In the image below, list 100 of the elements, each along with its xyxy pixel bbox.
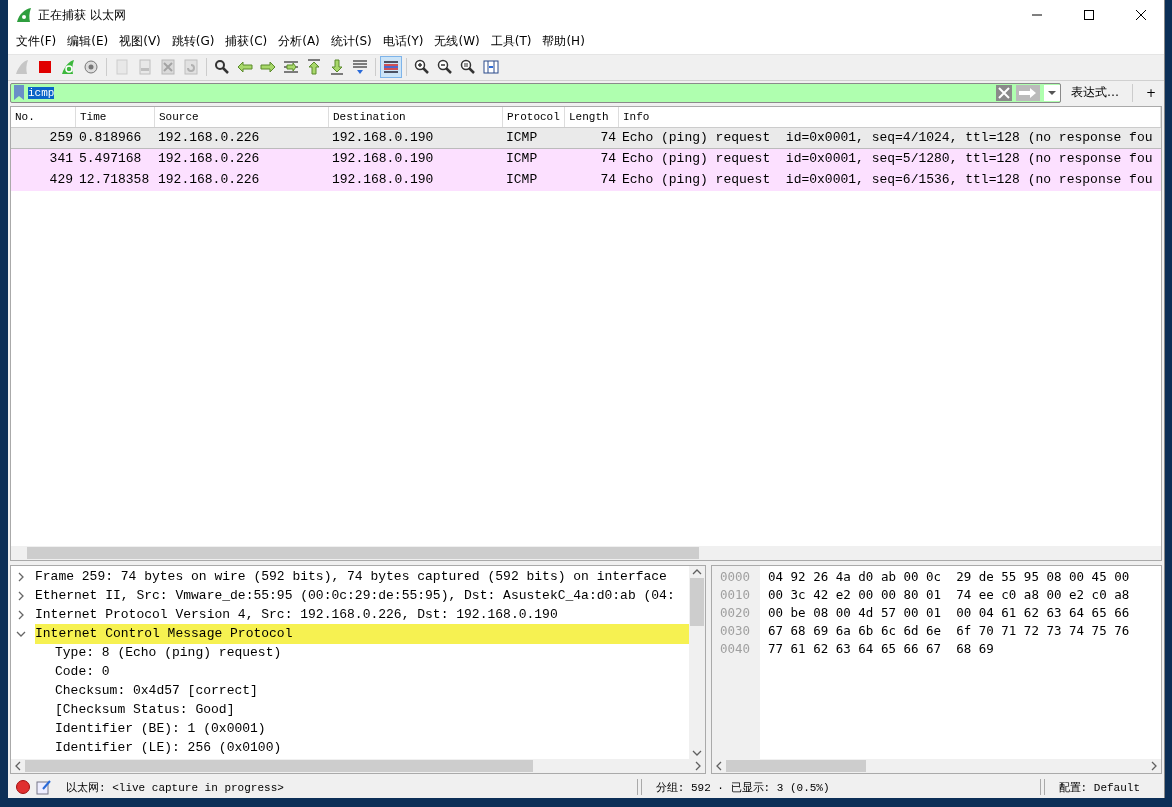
menu-item[interactable]: 视图(V): [114, 33, 166, 51]
tree-item-text: Identifier (LE): 256 (0x0100): [55, 739, 282, 758]
tree-item-text: Code: 0: [55, 663, 110, 682]
display-filter-field[interactable]: icmp: [10, 82, 1061, 103]
table-cell-text: 0.818966: [78, 129, 143, 148]
search-icon: [214, 59, 230, 76]
scroll-thumb[interactable]: [25, 760, 533, 773]
expression-button[interactable]: 表达式…: [1064, 84, 1125, 101]
table-cell-text: 74: [599, 150, 617, 169]
packet-row[interactable]: 259 0.818966 192.168.0.226 192.168.0.190 ICMP 74 Echo (ping) request id=0x0001, seq=4/1024, ttl=128 (no response fou: [11, 128, 1161, 150]
table-cell-text: Echo (ping) request id=0x0001, seq=5/1280, ttl=128 (no response fou: [621, 150, 1154, 169]
table-cell-text: 74: [599, 129, 617, 148]
column-header[interactable]: Time: [76, 107, 155, 128]
bookmark-icon: [14, 85, 24, 100]
menu-item[interactable]: 无线(W): [429, 33, 485, 51]
tree-row[interactable]: Internet Protocol Version 4, Src: 192.168.0.226, Dst: 192.168.0.190: [11, 605, 689, 625]
tree-item-text: Type: 8 (Echo (ping) request): [55, 644, 282, 663]
horizontal-scrollbar[interactable]: [712, 759, 1161, 774]
table-cell-text: 341: [48, 150, 74, 169]
clear-icon[interactable]: [995, 84, 1012, 101]
add-filter-button[interactable]: +: [1139, 85, 1162, 100]
column-header[interactable]: Destination: [329, 107, 503, 128]
notepad-icon[interactable]: [36, 779, 52, 796]
offset-text: 0040: [719, 639, 752, 658]
table-cell-text: Echo (ping) request id=0x0001, seq=6/1536, ttl=128 (no response fou: [621, 171, 1154, 190]
jump-to-line-icon: [283, 59, 299, 76]
menu-item[interactable]: 跳转(G): [166, 33, 220, 51]
tree-item-text: Checksum: 0x4d57 [correct]: [55, 682, 258, 701]
offset-text: 0030: [719, 621, 752, 640]
profile-text: 配置: Default: [1058, 780, 1140, 795]
packet-row[interactable]: 429 12.718358 192.168.0.226 192.168.0.190 ICMP 74 Echo (ping) request id=0x0001, seq=6/1536, ttl=128 (no response fou: [11, 170, 1161, 192]
dropdown-icon[interactable]: [1043, 84, 1060, 101]
offset-text: 0020: [719, 603, 752, 622]
hex-bytes: 00 3c 42 e2 00 00 80 01 74 ee c0 a8 00 e2 c0 a8: [768, 585, 1130, 604]
menu-item[interactable]: 帮助(H): [537, 33, 590, 51]
column-header[interactable]: No.: [11, 107, 76, 128]
offset-text: 0000: [719, 567, 752, 586]
hex-bytes: 00 be 08 00 4d 57 00 01 00 04 61 62 63 64 65 66: [768, 603, 1130, 622]
table-cell-text: 429: [48, 171, 74, 190]
down-arrow-icon: [329, 59, 345, 76]
column-header[interactable]: Length: [565, 107, 619, 128]
table-cell-text: 259: [48, 129, 74, 148]
vertical-scrollbar[interactable]: [689, 565, 705, 760]
shark-fin-icon: [16, 7, 32, 23]
up-arrow-icon: [306, 59, 322, 76]
scroll-thumb[interactable]: [726, 760, 866, 773]
capture-status-text: 以太网: <live capture in progress>: [66, 780, 284, 795]
menu-item[interactable]: 电话(Y): [377, 33, 429, 51]
menu-item[interactable]: 捕获(C): [220, 33, 273, 51]
table-cell-text: 192.168.0.226: [157, 150, 261, 169]
close-file-icon: [160, 59, 176, 76]
menu-item[interactable]: 编辑(E): [62, 33, 114, 51]
zoom-out-icon: [437, 59, 453, 76]
window-title: 正在捕获 以太网: [38, 6, 127, 24]
tree-item-text: Identifier (BE): 1 (0x0001): [55, 720, 266, 739]
table-cell-text: 12.718358: [78, 171, 151, 190]
scroll-thumb[interactable]: [690, 577, 704, 626]
column-header[interactable]: Source: [155, 107, 329, 128]
maximize-icon: [1083, 9, 1095, 21]
scroll-thumb[interactable]: [27, 546, 699, 559]
menu-item[interactable]: 分析(A): [273, 33, 325, 51]
shark-fin-icon: [60, 59, 76, 76]
table-cell-text: ICMP: [505, 171, 539, 190]
stop-icon: [37, 59, 53, 76]
table-cell-text: ICMP: [505, 129, 539, 148]
reload-icon: [183, 59, 199, 76]
packet-count-text: 分组: 592 · 已显示: 3 (0.5%): [655, 780, 830, 795]
document-icon: [114, 59, 130, 76]
table-cell-text: 192.168.0.190: [331, 129, 435, 148]
table-cell-text: 192.168.0.226: [157, 171, 261, 190]
table-cell-text: 192.168.0.190: [331, 150, 435, 169]
resize-columns-icon: [483, 59, 499, 76]
shark-fin-icon: [14, 59, 30, 76]
table-cell-text: 74: [599, 171, 617, 190]
colored-lines-icon: [383, 59, 399, 76]
table-cell-text: 192.168.0.190: [331, 171, 435, 190]
zoom-in-icon: [414, 59, 430, 76]
table-cell-text: ICMP: [505, 150, 539, 169]
zoom-reset-icon: [460, 59, 476, 76]
filter-text: icmp: [28, 86, 55, 99]
column-header[interactable]: Info: [619, 107, 1161, 128]
menu-item[interactable]: 统计(S): [325, 33, 377, 51]
toolbar-button[interactable]: [380, 56, 402, 79]
hex-bytes: 77 61 62 63 64 65 66 67 68 69: [768, 639, 995, 658]
packet-row[interactable]: 341 5.497168 192.168.0.226 192.168.0.190 ICMP 74 Echo (ping) request id=0x0001, seq=5/1280, ttl=128 (no response fou: [11, 149, 1161, 171]
menu-item[interactable]: 文件(F): [11, 33, 62, 51]
record-icon[interactable]: [16, 780, 30, 795]
menu-item[interactable]: 工具(T): [485, 33, 537, 51]
close-icon: [1135, 9, 1147, 21]
table-cell-text: 192.168.0.226: [157, 129, 261, 148]
horizontal-scrollbar[interactable]: [11, 545, 1161, 560]
autoscroll-icon: [352, 59, 368, 76]
table-cell-text: 5.497168: [78, 150, 143, 169]
horizontal-scrollbar[interactable]: [11, 759, 705, 774]
column-header[interactable]: Protocol: [503, 107, 565, 128]
tree-item-text: [Checksum Status: Good]: [55, 701, 235, 720]
tree-item-text: Internet Protocol Version 4, Src: 192.168.0.226, Dst: 192.168.0.190: [35, 606, 558, 625]
table-cell-text: Echo (ping) request id=0x0001, seq=4/1024, ttl=128 (no response fou: [621, 129, 1154, 148]
hex-bytes: 67 68 69 6a 6b 6c 6d 6e 6f 70 71 72 73 74 75 76: [768, 621, 1130, 640]
hex-bytes: 04 92 26 4a d0 ab 00 0c 29 de 55 95 08 00 45 00: [768, 567, 1130, 586]
